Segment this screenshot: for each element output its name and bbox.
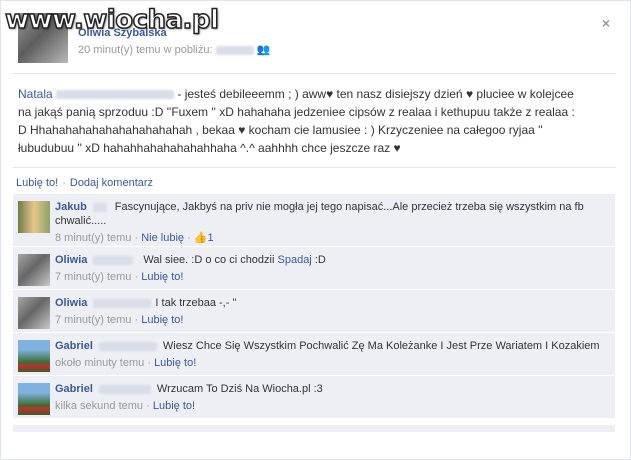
comment-author[interactable]: Gabriel — [55, 340, 93, 352]
blurred-name — [56, 90, 175, 100]
blurred-location — [215, 45, 254, 55]
separator: · — [134, 271, 139, 283]
comment-author[interactable]: Jakub — [55, 201, 87, 213]
separator: · — [134, 314, 139, 326]
comment-author[interactable]: Gabriel — [55, 383, 93, 395]
comment-text: Wrzucam To Dziś Na Wiocha.pl :3 — [156, 383, 323, 395]
mention-link[interactable]: Spadaj — [278, 254, 312, 266]
post-meta: 20 minut(y) temu w pobliżu: 👥 — [78, 43, 270, 56]
likes-count[interactable]: 👍1 — [194, 232, 214, 244]
post-time[interactable]: 20 minut(y) temu w pobliżu: — [78, 44, 213, 56]
close-icon[interactable]: × — [602, 15, 610, 31]
comment-text: Wal siee. :D o co ci chodzii — [143, 254, 275, 266]
tagged-name[interactable]: Natala — [18, 87, 53, 101]
avatar[interactable] — [18, 383, 50, 415]
like-button[interactable]: Lubię to! — [153, 400, 195, 412]
comment-item: Oliwia Wal siee. :D o co ci chodzii Spada… — [13, 247, 615, 290]
separator: · — [134, 232, 139, 244]
comment-time[interactable]: około minuty temu — [55, 357, 144, 369]
like-button[interactable]: Lubię to! — [141, 314, 183, 326]
watermark: www.wiocha.pl — [4, 5, 219, 35]
post-actions: Lubię to! · Dodaj komentarz — [16, 177, 153, 189]
add-comment-button[interactable]: Dodaj komentarz — [70, 177, 153, 189]
separator: · — [147, 357, 151, 369]
unlike-button[interactable]: Nie lubię — [141, 232, 184, 244]
avatar[interactable] — [18, 201, 50, 233]
avatar[interactable] — [18, 297, 50, 329]
like-button[interactable]: Lubię to! — [154, 357, 196, 369]
blurred-surname — [98, 384, 151, 394]
likes-count-value: 1 — [207, 232, 214, 244]
comment-item: Gabriel Wrzucam To Dziś Na Wiocha.pl :3 k… — [13, 376, 615, 419]
comment-text: I tak trzebaa -,- '' — [155, 297, 237, 309]
like-button[interactable]: Lubię to! — [141, 271, 183, 283]
friends-icon: 👥 — [256, 44, 271, 56]
comments-list: Jakub Fascynujące, Jakbyś na priv nie mog… — [13, 194, 615, 419]
separator: · — [187, 232, 191, 244]
comment-text: Wiesz Chce Się Wszystkim Pochwalić Zę Ma… — [162, 340, 600, 352]
divider — [13, 167, 616, 168]
comment-time[interactable]: kilka sekund temu — [55, 400, 143, 412]
blurred-surname — [98, 341, 157, 351]
blurred-surname — [92, 202, 107, 212]
separator: · — [146, 400, 150, 412]
post-body: Natala - jesteś debileeemm ; ) aww♥ ten … — [18, 85, 578, 157]
comment-item: Oliwia I tak trzebaa -,- '' 7 minut(y) te… — [13, 290, 615, 333]
comment-author[interactable]: Oliwia — [55, 254, 87, 266]
post-card: www.wiocha.pl × Oliwia Szybalska 20 minu… — [0, 0, 631, 460]
blurred-surname — [93, 255, 134, 265]
avatar[interactable] — [18, 254, 50, 286]
separator: · — [62, 177, 66, 189]
comment-item: Gabriel Wiesz Chce Się Wszystkim Pochwali… — [13, 333, 615, 376]
blurred-surname — [93, 298, 152, 308]
comment-time[interactable]: 7 minut(y) temu — [55, 314, 131, 326]
comment-input-area[interactable] — [13, 424, 615, 432]
comment-author[interactable]: Oliwia — [55, 297, 87, 309]
comment-time[interactable]: 7 minut(y) temu — [55, 271, 131, 283]
comment-text-after: :D — [314, 254, 326, 266]
like-button[interactable]: Lubię to! — [16, 177, 58, 189]
thumbs-up-icon: 👍 — [193, 232, 208, 244]
avatar[interactable] — [18, 340, 50, 372]
comment-text: Fascynujące, Jakbyś na priv nie mogła je… — [55, 201, 584, 227]
comment-time[interactable]: 8 minut(y) temu — [55, 232, 131, 244]
comment-item: Jakub Fascynujące, Jakbyś na priv nie mog… — [13, 194, 615, 247]
divider — [13, 73, 616, 74]
